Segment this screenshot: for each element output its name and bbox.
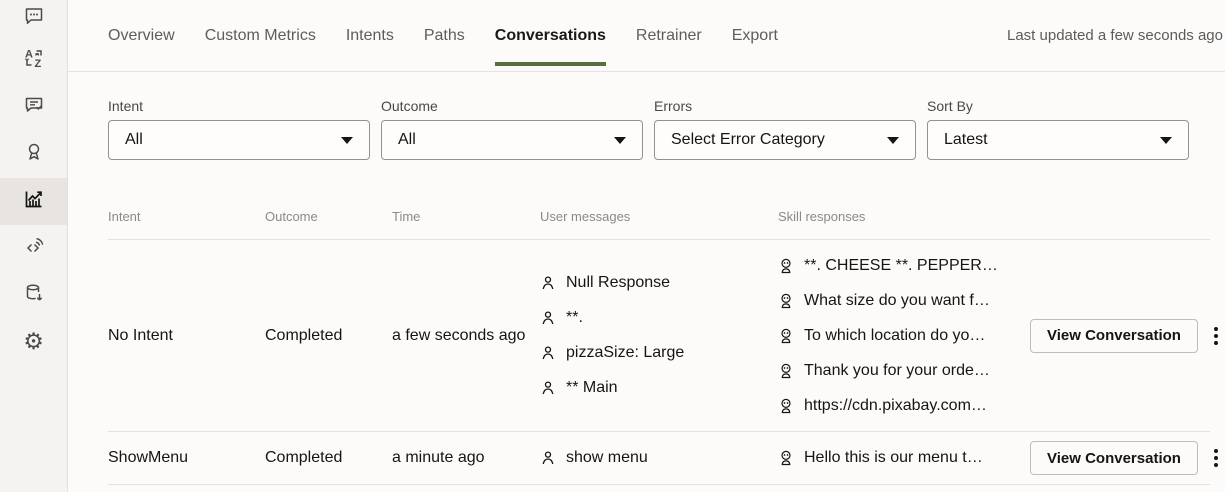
chevron-down-icon — [1160, 137, 1172, 144]
translate-icon: A Z — [23, 47, 45, 74]
chat-dots-icon — [23, 5, 45, 32]
col-header-time: Time — [392, 209, 540, 224]
skill-response: https://cdn.pixabay.com… — [778, 388, 1030, 423]
cell-time: a few seconds ago — [392, 327, 540, 345]
bot-icon — [778, 450, 794, 466]
col-header-skill-responses: Skill responses — [778, 209, 1030, 224]
errors-filter-label: Errors — [654, 98, 916, 114]
chevron-down-icon — [341, 137, 353, 144]
cell-outcome: Completed — [265, 449, 392, 467]
svg-text:Z: Z — [34, 58, 41, 69]
outcome-filter-value: All — [398, 131, 416, 149]
filter-sort-by: Sort By Latest — [927, 98, 1189, 160]
filter-intent: Intent All — [108, 98, 370, 160]
cell-intent: No Intent — [108, 327, 265, 345]
sidebar-item-settings[interactable]: ⚙ — [0, 319, 67, 366]
intent-filter-select[interactable]: All — [108, 120, 370, 160]
col-header-outcome: Outcome — [265, 209, 392, 224]
intent-filter-label: Intent — [108, 98, 370, 114]
bot-icon — [778, 363, 794, 379]
cell-actions: View Conversation — [1030, 319, 1222, 353]
sort-by-filter-label: Sort By — [927, 98, 1189, 114]
view-conversation-button[interactable]: View Conversation — [1030, 441, 1198, 475]
sidebar-item-analytics[interactable] — [0, 178, 67, 225]
user-message: show menu — [540, 441, 778, 476]
tab-conversations[interactable]: Conversations — [495, 0, 606, 71]
user-message: ** Main — [540, 371, 778, 406]
skill-response: What size do you want f… — [778, 283, 1030, 318]
tab-overview[interactable]: Overview — [108, 0, 175, 71]
message-check-icon — [23, 94, 45, 121]
filter-outcome: Outcome All — [381, 98, 643, 160]
sidebar-item-messages[interactable] — [0, 84, 67, 131]
conversations-table: Intent Outcome Time User messages Skill … — [108, 160, 1210, 485]
bot-icon — [778, 398, 794, 414]
code-signal-icon — [23, 235, 45, 262]
kebab-menu-icon[interactable] — [1212, 446, 1220, 470]
tab-export[interactable]: Export — [732, 0, 778, 71]
table-row: No Intent Completed a few seconds ago Nu… — [108, 240, 1210, 432]
kebab-menu-icon[interactable] — [1212, 324, 1220, 348]
sort-by-filter-select[interactable]: Latest — [927, 120, 1189, 160]
tab-custom-metrics[interactable]: Custom Metrics — [205, 0, 316, 71]
skill-response: Thank you for your orde… — [778, 353, 1030, 388]
main-content: Overview Custom Metrics Intents Paths Co… — [68, 0, 1225, 492]
chevron-down-icon — [614, 137, 626, 144]
outcome-filter-select[interactable]: All — [381, 120, 643, 160]
tab-bar: Overview Custom Metrics Intents Paths Co… — [68, 0, 1225, 72]
sidebar-item-data-export[interactable] — [0, 272, 67, 319]
filter-errors: Errors Select Error Category — [654, 98, 916, 160]
last-updated-text: Last updated a few seconds ago — [1007, 27, 1223, 44]
tab-paths[interactable]: Paths — [424, 0, 465, 71]
view-conversation-button[interactable]: View Conversation — [1030, 319, 1198, 353]
col-header-user-messages: User messages — [540, 209, 778, 224]
errors-filter-value: Select Error Category — [671, 131, 825, 149]
bot-icon — [778, 258, 794, 274]
sidebar-item-channels[interactable] — [0, 225, 67, 272]
settings-gear-icon: ⚙ — [23, 331, 44, 354]
user-icon — [540, 450, 556, 466]
user-icon — [540, 310, 556, 326]
table-header: Intent Outcome Time User messages Skill … — [108, 194, 1210, 240]
analytics-icon — [22, 187, 46, 216]
tab-intents[interactable]: Intents — [346, 0, 394, 71]
sidebar-item-translate[interactable]: A Z — [0, 37, 67, 84]
cell-skill-responses: Hello this is our menu t… — [778, 441, 1030, 476]
database-export-icon — [23, 282, 45, 309]
badge-icon — [23, 141, 45, 168]
chevron-down-icon — [887, 137, 899, 144]
skill-response: Hello this is our menu t… — [778, 441, 1030, 476]
skill-response: To which location do yo… — [778, 318, 1030, 353]
cell-user-messages: Null Response **. pizzaSize: Large ** Ma… — [540, 266, 778, 406]
intent-filter-value: All — [125, 131, 143, 149]
cell-outcome: Completed — [265, 327, 392, 345]
bot-icon — [778, 293, 794, 309]
bot-icon — [778, 328, 794, 344]
sort-by-filter-value: Latest — [944, 131, 988, 149]
cell-skill-responses: **. CHEESE **. PEPPER… What size do you … — [778, 248, 1030, 423]
col-header-intent: Intent — [108, 209, 265, 224]
cell-actions: View Conversation — [1030, 441, 1222, 475]
cell-time: a minute ago — [392, 449, 540, 467]
user-icon — [540, 345, 556, 361]
sidebar-item-badge[interactable] — [0, 131, 67, 178]
sidebar: A Z — [0, 0, 68, 492]
filter-bar: Intent All Outcome All Errors Select Err… — [68, 72, 1225, 160]
tab-retrainer[interactable]: Retrainer — [636, 0, 702, 71]
cell-user-messages: show menu — [540, 441, 778, 476]
sidebar-item-chat[interactable] — [0, 0, 67, 37]
user-icon — [540, 380, 556, 396]
user-message: Null Response — [540, 266, 778, 301]
table-row: ShowMenu Completed a minute ago show men… — [108, 432, 1210, 485]
skill-response: **. CHEESE **. PEPPER… — [778, 248, 1030, 283]
user-icon — [540, 275, 556, 291]
outcome-filter-label: Outcome — [381, 98, 643, 114]
user-message: **. — [540, 301, 778, 336]
cell-intent: ShowMenu — [108, 449, 265, 467]
errors-filter-select[interactable]: Select Error Category — [654, 120, 916, 160]
user-message: pizzaSize: Large — [540, 336, 778, 371]
